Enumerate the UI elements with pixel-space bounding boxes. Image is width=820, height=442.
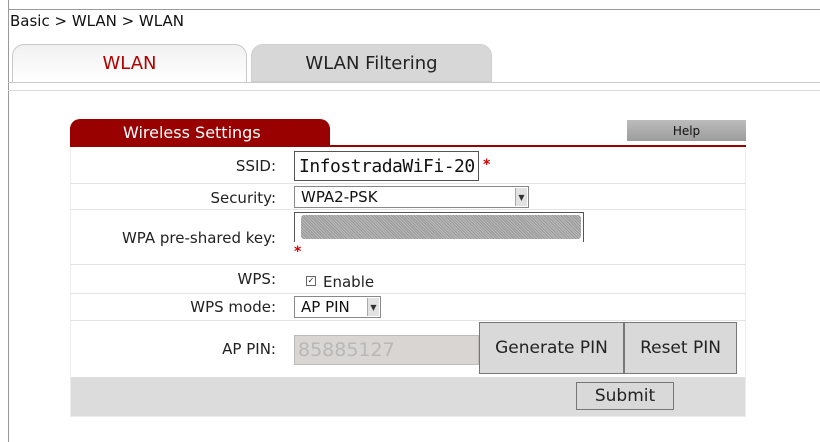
psk-required-mark: * bbox=[294, 244, 302, 260]
wps-mode-select[interactable]: AP PIN ▼ bbox=[294, 296, 381, 318]
security-value: WPA2-PSK bbox=[301, 188, 378, 206]
wps-mode-value: AP PIN bbox=[301, 298, 350, 316]
tab-divider bbox=[8, 82, 820, 83]
ssid-required-mark: * bbox=[483, 157, 491, 173]
row-separator bbox=[71, 264, 745, 265]
generate-pin-button[interactable]: Generate PIN bbox=[479, 322, 624, 374]
wps-enable-checkbox[interactable]: ✓ bbox=[306, 276, 316, 286]
chevron-down-icon[interactable]: ▼ bbox=[367, 298, 379, 316]
ap-pin-input[interactable]: 85885127 bbox=[294, 335, 479, 365]
frame-border-left bbox=[8, 0, 9, 442]
masked-key bbox=[301, 215, 581, 239]
row-separator bbox=[71, 293, 745, 294]
tab-wlan-filtering[interactable]: WLAN Filtering bbox=[251, 44, 492, 82]
wps-label: WPS: bbox=[237, 270, 276, 288]
reset-pin-button[interactable]: Reset PIN bbox=[624, 322, 737, 374]
ssid-label: SSID: bbox=[235, 157, 276, 175]
content-divider bbox=[8, 90, 820, 91]
ssid-input[interactable]: InfostradaWiFi-20 bbox=[294, 151, 479, 181]
wps-mode-label: WPS mode: bbox=[190, 298, 276, 316]
row-separator bbox=[71, 183, 745, 184]
security-label: Security: bbox=[210, 189, 276, 207]
row-separator bbox=[71, 320, 745, 321]
breadcrumb: Basic > WLAN > WLAN bbox=[10, 12, 184, 30]
frame-border-top bbox=[8, 9, 820, 10]
submit-button[interactable]: Submit bbox=[576, 382, 674, 410]
panel-title: Wireless Settings bbox=[70, 119, 330, 145]
psk-input[interactable] bbox=[294, 212, 584, 242]
psk-label: WPA pre-shared key: bbox=[121, 229, 276, 247]
wps-enable-label: Enable bbox=[323, 273, 375, 291]
security-select[interactable]: WPA2-PSK ▼ bbox=[294, 186, 529, 208]
tab-wlan[interactable]: WLAN bbox=[12, 44, 247, 82]
ap-pin-label: AP PIN: bbox=[222, 340, 276, 358]
help-button[interactable]: Help bbox=[627, 120, 746, 141]
row-separator bbox=[71, 209, 745, 210]
chevron-down-icon[interactable]: ▼ bbox=[515, 188, 527, 206]
